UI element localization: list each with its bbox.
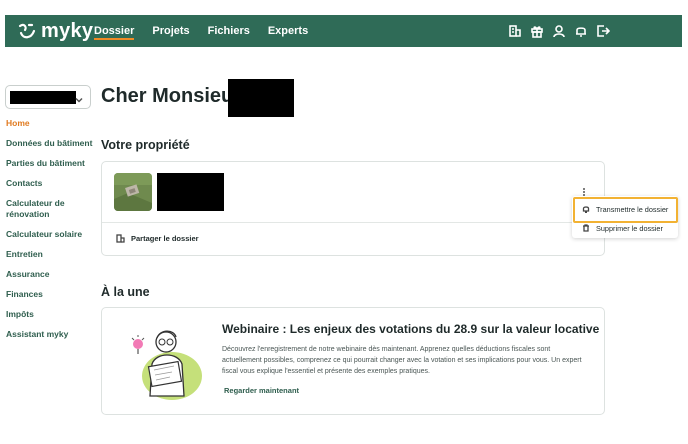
share-dossier-button[interactable]: Partager le dossier [116, 234, 199, 243]
redacted-property-address [157, 173, 224, 211]
sidebar-item-calculateur-renovation[interactable]: Calculateur de rénovation [6, 198, 96, 220]
news-title: Webinaire : Les enjeux des votations du … [222, 322, 600, 336]
sidebar-item-contacts[interactable]: Contacts [6, 178, 96, 189]
bell-icon [582, 206, 590, 213]
top-nav-bar: myky Dossier Projets Fichiers Experts [5, 15, 682, 47]
chevron-down-icon [74, 92, 84, 103]
nav-icon-group [508, 15, 610, 47]
nav-projets[interactable]: Projets [143, 15, 198, 47]
bell-icon[interactable] [574, 24, 588, 38]
sidebar-item-donnees-batiment[interactable]: Données du bâtiment [6, 138, 96, 149]
user-icon[interactable] [552, 24, 566, 38]
sidebar-item-parties-batiment[interactable]: Parties du bâtiment [6, 158, 96, 169]
share-dossier-label: Partager le dossier [131, 234, 199, 243]
sidebar: Home Données du bâtiment Parties du bâti… [6, 118, 96, 349]
sidebar-item-calculateur-solaire[interactable]: Calculateur solaire [6, 229, 96, 240]
sidebar-item-impots[interactable]: Impôts [6, 309, 96, 320]
news-card: Webinaire : Les enjeux des votations du … [101, 307, 605, 415]
sidebar-item-entretien[interactable]: Entretien [6, 249, 96, 260]
building-icon[interactable] [508, 24, 522, 38]
menu-item-supprimer[interactable]: Supprimer le dossier [572, 218, 678, 238]
page-title: Cher Monsieur [101, 85, 242, 107]
gift-icon[interactable] [530, 24, 544, 38]
property-selector-dropdown[interactable] [5, 85, 91, 109]
webinar-illustration [131, 330, 202, 400]
nav-fichiers[interactable]: Fichiers [199, 15, 259, 47]
share-icon [116, 234, 125, 243]
menu-item-supprimer-label: Supprimer le dossier [596, 223, 663, 233]
card-divider [102, 222, 604, 223]
sidebar-item-finances[interactable]: Finances [6, 289, 96, 300]
trash-icon [583, 224, 589, 232]
news-section-title: À la une [101, 285, 150, 299]
sidebar-item-home[interactable]: Home [6, 118, 96, 129]
nav-experts[interactable]: Experts [259, 15, 317, 47]
dossier-options-menu: Transmettre le dossier Supprimer le doss… [572, 196, 678, 238]
property-card: Partager le dossier [101, 161, 605, 256]
menu-item-transmettre-label: Transmettre le dossier [596, 204, 669, 214]
redacted-user-name [228, 79, 294, 117]
redacted-property-name [10, 91, 76, 104]
news-description: Découvrez l'enregistrement de notre webi… [222, 346, 582, 375]
myky-logo[interactable]: myky [17, 19, 93, 43]
sidebar-item-assurance[interactable]: Assurance [6, 269, 96, 280]
property-section-title: Votre propriété [101, 138, 190, 152]
sidebar-item-assistant[interactable]: Assistant myky [6, 329, 96, 340]
logo-icon [18, 23, 36, 39]
main-nav: Dossier Projets Fichiers Experts [85, 15, 317, 47]
watch-now-link[interactable]: Regarder maintenant [224, 386, 299, 395]
property-aerial-thumbnail[interactable] [114, 173, 152, 211]
menu-item-transmettre[interactable]: Transmettre le dossier [572, 199, 678, 219]
logout-icon[interactable] [596, 24, 610, 38]
nav-dossier[interactable]: Dossier [85, 15, 143, 47]
